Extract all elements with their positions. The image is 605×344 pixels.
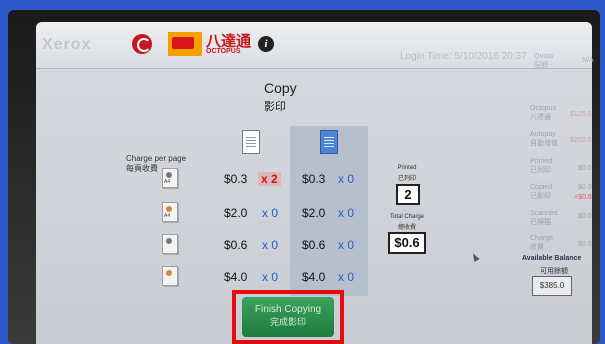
available-balance-label-cn: 可用餘額 [540,267,568,275]
row4-multiplier-single[interactable]: x 0 [262,270,278,284]
octopus-value: $125.0 [570,111,592,118]
copied-summary-label: Copied [530,184,553,191]
info-icon[interactable]: i [258,36,274,52]
charge-summary-label: Charge [530,235,553,242]
copied-summary-delta: +$0.6 [574,194,592,201]
charge-summary-value: $0.0 [578,241,592,248]
printed-summary-value: $0.0 [578,165,592,172]
octopus-label: Octopus [530,105,557,112]
single-sided-document-icon[interactable] [242,130,260,154]
scanned-summary-label: Scanned [530,210,558,217]
row1-multiplier-double[interactable]: x 0 [338,172,354,186]
photo-frame: Xerox 八達通 OCTOPUS i Login Time: 5/10/201… [0,0,605,344]
total-charge-label: Total Charge [389,214,425,220]
row1-price-single: $0.3 [224,172,248,186]
printed-count: 2 [396,184,420,205]
login-time: Login Time: 5/10/2016 20:37 [400,51,527,62]
scanned-summary-label-cn: 已掃描 [530,219,551,226]
printed-label: Printed [397,165,417,171]
paper-size-label: A4 [164,179,171,185]
xerox-logo-text: Xerox [42,36,92,53]
charge-per-page-en: Charge per page [126,154,187,163]
printed-summary-label: Printed [530,158,553,165]
octopus-logo-icon [168,32,202,56]
row4-price-single: $4.0 [224,270,248,284]
row3-multiplier-single[interactable]: x 0 [262,238,278,252]
printed-summary-label-cn: 已列印 [530,167,551,174]
scanned-summary-value: $0.0 [578,213,592,220]
row2-multiplier-double[interactable]: x 0 [338,206,354,220]
octopus-label-cn: 八達通 [530,114,551,121]
row4-price-double: $4.0 [302,270,326,284]
paper-size-label: A4 [164,213,171,219]
highlight-box [232,290,344,344]
page-title: Copy [264,80,297,96]
autopay-label-cn: 自動增值 [530,140,558,147]
row3-price-double: $0.6 [302,238,326,252]
paper-a4-bw-icon: A4 [162,168,178,188]
copied-summary-value: $0.0 [578,184,592,191]
double-sided-document-icon[interactable] [320,130,338,154]
row3-price-single: $0.6 [224,238,248,252]
charge-summary-label-cn: 收費 [530,244,544,251]
page-title-cn: 影印 [264,100,286,113]
paper-a3-color-icon [162,266,178,286]
printed-label-cn: 已列印 [397,176,416,182]
xerox-logo-icon [132,34,152,54]
row1-multiplier-single[interactable]: x 2 [258,172,281,186]
row2-price-single: $2.0 [224,206,248,220]
autopay-label: Autopay [530,131,556,138]
row4-multiplier-double[interactable]: x 0 [338,270,354,284]
row2-price-double: $2.0 [302,206,326,220]
row3-multiplier-double[interactable]: x 0 [338,238,354,252]
row2-multiplier-single[interactable]: x 0 [262,206,278,220]
quota-label: Quota [534,53,554,60]
quota-value: N/A [582,57,594,64]
header-bar: Xerox 八達通 OCTOPUS i Login Time: 5/10/201… [36,22,592,69]
available-balance-value: $385.0 [532,276,572,296]
total-charge-value: $0.6 [388,232,426,254]
paper-a3-bw-icon [162,234,178,254]
row1-price-double: $0.3 [302,172,326,186]
octopus-logo-en: OCTOPUS [206,48,241,55]
quota-label-cn: 配額 [534,62,548,69]
paper-a4-color-icon: A4 [162,202,178,222]
available-balance-label: Available Balance [522,255,582,262]
autopay-value: $250.0 [570,137,592,144]
copied-summary-label-cn: 已影印 [530,193,551,200]
total-charge-label-cn: 總收費 [397,225,416,231]
